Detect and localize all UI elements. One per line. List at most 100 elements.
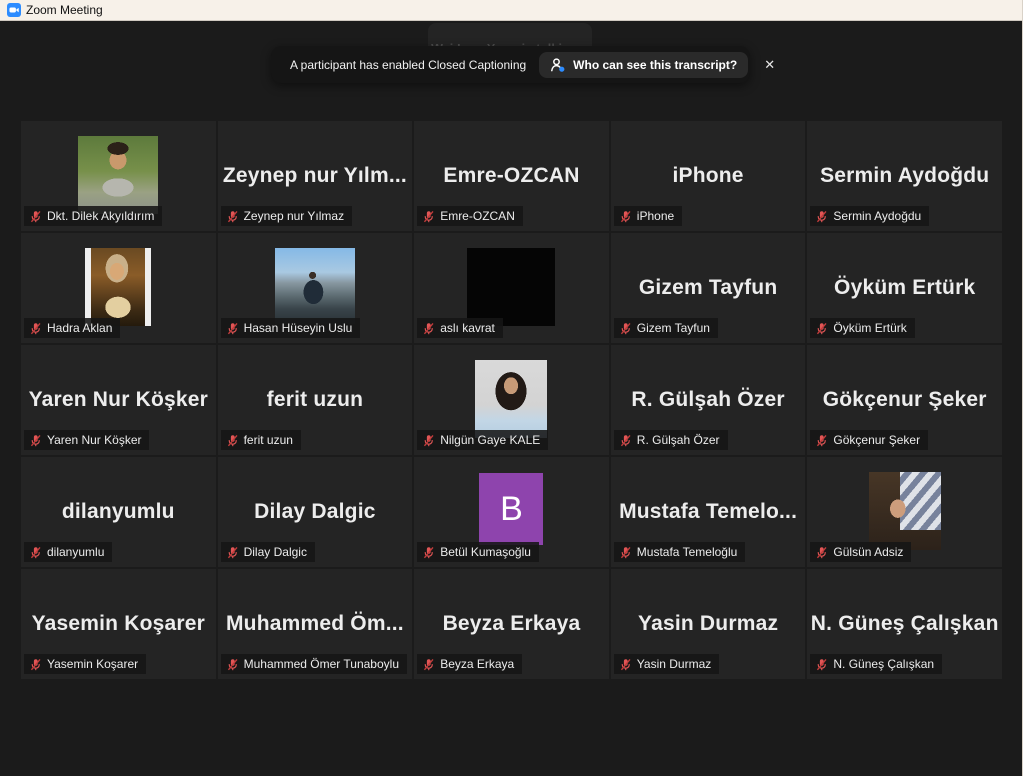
- mic-muted-icon: [29, 210, 42, 223]
- participant-tile[interactable]: R. Gülşah Özer R. Gülşah Özer: [611, 345, 806, 455]
- banner-close-button[interactable]: ✕: [764, 58, 775, 71]
- participant-tile[interactable]: Beyza Erkaya Beyza Erkaya: [414, 569, 609, 679]
- participant-tile[interactable]: Dkt. Dilek Akyıldırım: [21, 121, 216, 231]
- mic-muted-icon: [619, 210, 632, 223]
- participant-name-label: Betül Kumaşoğlu: [417, 542, 539, 562]
- participant-name-text: iPhone: [637, 209, 674, 223]
- mic-muted-icon: [422, 658, 435, 671]
- mic-muted-icon: [29, 322, 42, 335]
- participant-tile[interactable]: iPhone iPhone: [611, 121, 806, 231]
- participant-name-label: Nilgün Gaye KALE: [417, 430, 548, 450]
- participant-name-text: Yasemin Koşarer: [47, 657, 138, 671]
- participant-name-text: Yasin Durmaz: [637, 657, 711, 671]
- participant-tile[interactable]: Gizem Tayfun Gizem Tayfun: [611, 233, 806, 343]
- participant-name-label: iPhone: [614, 206, 682, 226]
- participant-tile[interactable]: Zeynep nur Yılm... Zeynep nur Yılmaz: [218, 121, 413, 231]
- participant-name-text: Muhammed Ömer Tunaboylu: [244, 657, 399, 671]
- participant-tile[interactable]: Dilay Dalgic Dilay Dalgic: [218, 457, 413, 567]
- participant-tile[interactable]: Yasin Durmaz Yasin Durmaz: [611, 569, 806, 679]
- participant-tile[interactable]: Gökçenur Şeker Gökçenur Şeker: [807, 345, 1002, 455]
- participant-name-text: Öyküm Ertürk: [833, 321, 906, 335]
- participant-name-label: Dkt. Dilek Akyıldırım: [24, 206, 162, 226]
- participant-tile[interactable]: Emre-OZCAN Emre-OZCAN: [414, 121, 609, 231]
- who-can-see-transcript-button[interactable]: Who can see this transcript?: [539, 52, 748, 78]
- participant-name-text: R. Gülşah Özer: [637, 433, 720, 447]
- zoom-meeting-window: Zoom Meeting Wai Lam Yoon is talking... …: [0, 0, 1023, 776]
- participant-name-text: dilanyumlu: [47, 545, 104, 559]
- participant-name-label: Gizem Tayfun: [614, 318, 718, 338]
- participant-name-text: Hasan Hüseyin Uslu: [244, 321, 353, 335]
- participant-grid: Dkt. Dilek Akyıldırım Zeynep nur Yılm...…: [21, 121, 1002, 679]
- participant-tile[interactable]: aslı kavrat: [414, 233, 609, 343]
- participant-video-thumbnail: [78, 136, 158, 214]
- mic-muted-icon: [815, 210, 828, 223]
- mic-muted-icon: [619, 434, 632, 447]
- mic-muted-icon: [422, 434, 435, 447]
- participant-name-label: Zeynep nur Yılmaz: [221, 206, 353, 226]
- participant-name-text: Yaren Nur Köşker: [47, 433, 141, 447]
- participant-tile[interactable]: Yaren Nur Köşker Yaren Nur Köşker: [21, 345, 216, 455]
- participant-video-thumbnail: [275, 248, 355, 324]
- banner-message: A participant has enabled Closed Caption…: [290, 58, 526, 72]
- mic-muted-icon: [226, 322, 239, 335]
- participant-name-label: Hasan Hüseyin Uslu: [221, 318, 361, 338]
- window-title: Zoom Meeting: [26, 3, 103, 17]
- participant-name-text: Nilgün Gaye KALE: [440, 433, 540, 447]
- participant-name-label: Gülsün Adsiz: [810, 542, 911, 562]
- participant-name-label: ferit uzun: [221, 430, 301, 450]
- participant-tile[interactable]: Sermin Aydoğdu Sermin Aydoğdu: [807, 121, 1002, 231]
- participant-video-thumbnail: [467, 248, 555, 326]
- participant-tile[interactable]: Öyküm Ertürk Öyküm Ertürk: [807, 233, 1002, 343]
- participant-name-text: Gizem Tayfun: [637, 321, 710, 335]
- participant-tile[interactable]: ferit uzun ferit uzun: [218, 345, 413, 455]
- participant-name-text: aslı kavrat: [440, 321, 495, 335]
- participant-name-label: Öyküm Ertürk: [810, 318, 914, 338]
- mic-muted-icon: [815, 546, 828, 559]
- mic-muted-icon: [619, 658, 632, 671]
- mic-muted-icon: [815, 322, 828, 335]
- mic-muted-icon: [815, 434, 828, 447]
- participant-tile[interactable]: Yasemin Koşarer Yasemin Koşarer: [21, 569, 216, 679]
- mic-muted-icon: [226, 434, 239, 447]
- participant-avatar: B: [479, 473, 543, 545]
- mic-muted-icon: [226, 210, 239, 223]
- mic-muted-icon: [29, 658, 42, 671]
- meeting-content: Wai Lam Yoon is talking... A participant…: [0, 21, 1022, 776]
- participant-tile[interactable]: Hadra Aklan: [21, 233, 216, 343]
- participant-name-label: Beyza Erkaya: [417, 654, 522, 674]
- participant-tile[interactable]: Gülsün Adsiz: [807, 457, 1002, 567]
- participant-tile[interactable]: N. Güneş Çalışkan N. Güneş Çalışkan: [807, 569, 1002, 679]
- mic-muted-icon: [29, 434, 42, 447]
- participant-name-text: Sermin Aydoğdu: [833, 209, 921, 223]
- participant-name-label: Gökçenur Şeker: [810, 430, 928, 450]
- participant-name-label: N. Güneş Çalışkan: [810, 654, 942, 674]
- mic-muted-icon: [422, 546, 435, 559]
- participant-video-thumbnail: [869, 472, 941, 550]
- participant-name-text: Betül Kumaşoğlu: [440, 545, 531, 559]
- participant-name-label: R. Gülşah Özer: [614, 430, 728, 450]
- banner-button-label: Who can see this transcript?: [573, 58, 737, 72]
- participant-tile[interactable]: B Betül Kumaşoğlu: [414, 457, 609, 567]
- participant-tile[interactable]: Mustafa Temelo... Mustafa Temeloğlu: [611, 457, 806, 567]
- participant-name-text: Gülsün Adsiz: [833, 545, 903, 559]
- participant-name-label: Yasemin Koşarer: [24, 654, 146, 674]
- person-icon: [550, 57, 566, 73]
- participant-name-text: Dkt. Dilek Akyıldırım: [47, 209, 154, 223]
- window-titlebar[interactable]: Zoom Meeting: [0, 0, 1022, 21]
- participant-video-thumbnail: [85, 248, 151, 326]
- mic-muted-icon: [29, 546, 42, 559]
- participant-name-text: Dilay Dalgic: [244, 545, 307, 559]
- zoom-camera-icon: [7, 3, 21, 17]
- participant-name-label: Mustafa Temeloğlu: [614, 542, 746, 562]
- mic-muted-icon: [815, 658, 828, 671]
- mic-muted-icon: [226, 658, 239, 671]
- participant-name-label: Yaren Nur Köşker: [24, 430, 149, 450]
- participant-tile[interactable]: Muhammed Öm... Muhammed Ömer Tunaboylu: [218, 569, 413, 679]
- participant-name-label: Dilay Dalgic: [221, 542, 315, 562]
- participant-tile[interactable]: Hasan Hüseyin Uslu: [218, 233, 413, 343]
- participant-name-label: Emre-OZCAN: [417, 206, 523, 226]
- participant-tile[interactable]: Nilgün Gaye KALE: [414, 345, 609, 455]
- participant-name-label: Hadra Aklan: [24, 318, 120, 338]
- participant-name-text: Zeynep nur Yılmaz: [244, 209, 345, 223]
- participant-tile[interactable]: dilanyumlu dilanyumlu: [21, 457, 216, 567]
